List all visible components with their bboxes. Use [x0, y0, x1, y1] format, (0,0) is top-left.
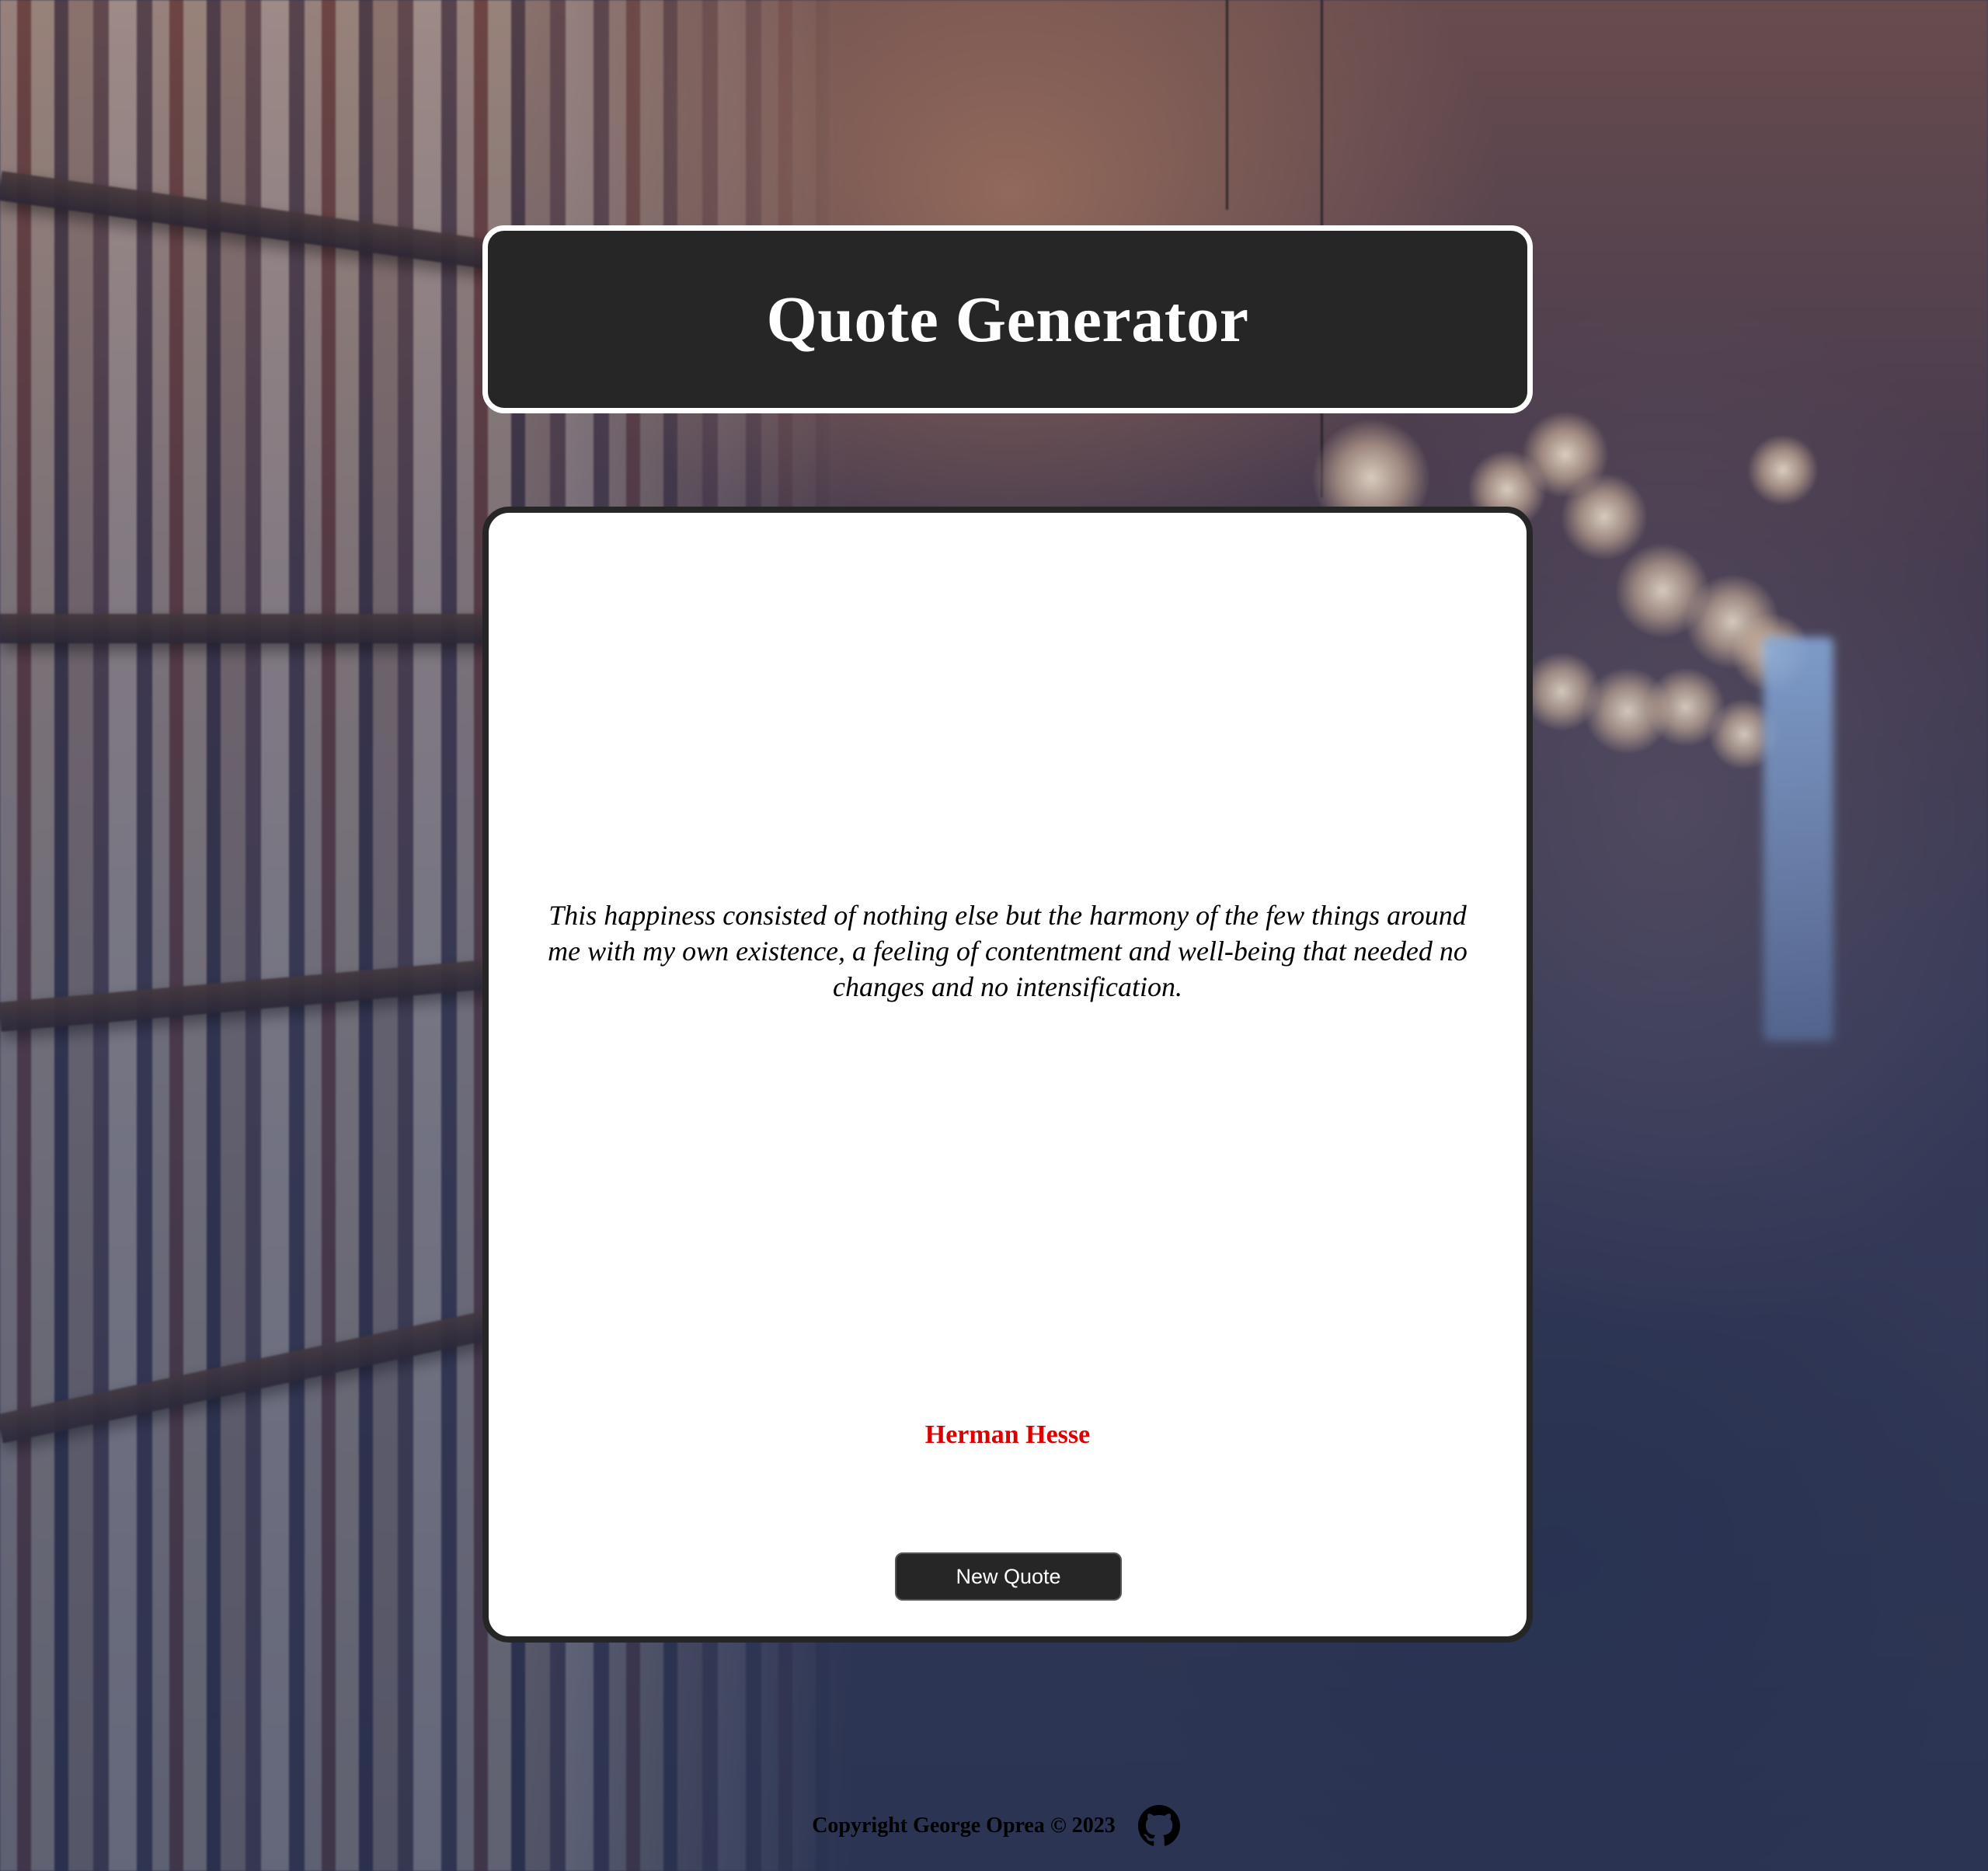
github-icon [1137, 1805, 1180, 1846]
quote-card: This happiness consisted of nothing else… [482, 507, 1533, 1643]
quote-author: Herman Hesse [924, 1420, 1091, 1449]
new-quote-button[interactable]: New Quote [895, 1552, 1122, 1601]
github-link[interactable] [1137, 1804, 1181, 1848]
copyright-text: Copyright George Oprea © 2023 [812, 1814, 1116, 1838]
footer: Copyright George Oprea © 2023 [0, 1804, 1988, 1848]
quote-text: This happiness consisted of nothing else… [548, 900, 1467, 1002]
header-card: Quote Generator [482, 225, 1533, 413]
page-title: Quote Generator [766, 283, 1249, 356]
